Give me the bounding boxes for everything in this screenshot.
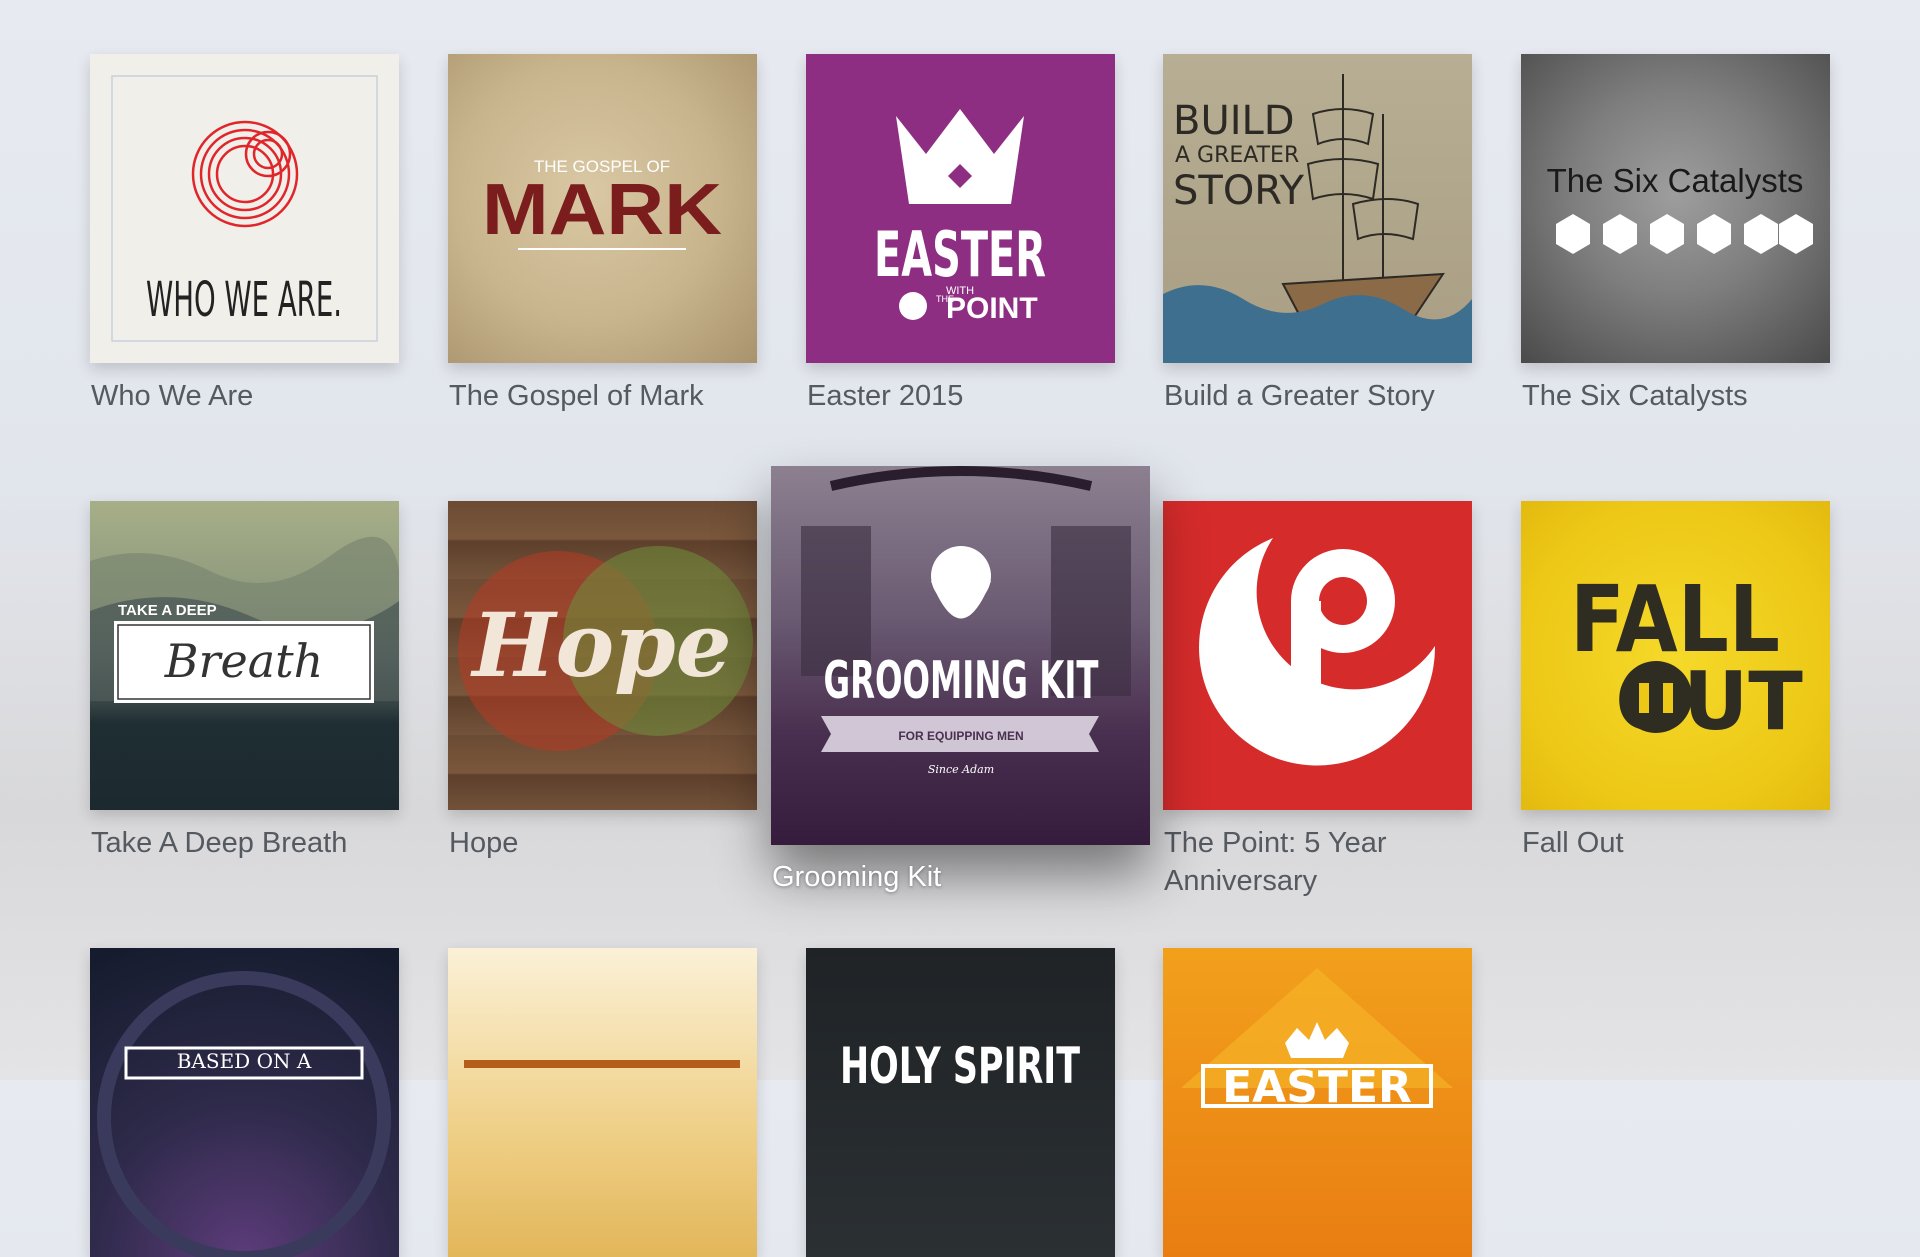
artwork-brand: POINT: [946, 292, 1038, 325]
artwork-text: WHO WE ARE.: [146, 272, 342, 328]
series-artwork: The Six Catalysts: [1521, 54, 1830, 363]
series-artwork: WHO WE ARE.: [90, 54, 399, 363]
artwork-text: HOLY SPIRIT: [840, 1037, 1080, 1095]
series-artwork: THE GOSPEL OF MARK: [448, 54, 757, 363]
artwork-line-3: STORY: [1173, 168, 1305, 214]
artwork-text: Breath: [164, 634, 324, 688]
series-title: Who We Are: [91, 380, 254, 412]
artwork-text: MARK: [482, 170, 722, 250]
artwork-text: EASTER: [1222, 1062, 1412, 1113]
crown-icon: [896, 109, 1024, 204]
catalyst-icons: [1556, 214, 1813, 254]
artwork-sub: FOR EQUIPPING MEN: [898, 729, 1023, 743]
restroom-icon: [1620, 661, 1692, 733]
artwork-text: GROOMING KIT: [824, 651, 1099, 711]
series-title: The Six Catalysts: [1522, 380, 1748, 412]
artwork-text: EASTER: [874, 218, 1046, 291]
series-title: The Gospel of Mark: [449, 380, 704, 412]
series-title: Build a Greater Story: [1164, 380, 1435, 412]
artwork-line-1: BUILD: [1173, 98, 1295, 144]
artwork-kicker: TAKE A DEEP: [118, 602, 217, 619]
artwork-text: The Six Catalysts: [1547, 162, 1804, 199]
series-title: Fall Out: [1522, 827, 1624, 859]
series-artwork: EASTER: [1163, 948, 1472, 1257]
series-artwork: [448, 948, 757, 1257]
series-artwork: TAKE A DEEP Breath: [90, 501, 399, 810]
point-logo-icon: [1199, 538, 1436, 766]
series-artwork: FALL OUT: [1521, 501, 1830, 810]
series-title: Take A Deep Breath: [91, 827, 348, 859]
series-artwork: BUILD A GREATER STORY: [1163, 54, 1472, 363]
series-title: Easter 2015: [807, 380, 964, 412]
series-grid: WHO WE ARE. Who We Are THE GOSPEL OF MAR…: [0, 0, 1920, 1257]
series-title: The Point: 5 Year Anniversary: [1164, 827, 1387, 897]
series-artwork: EASTER WITH THE POINT: [806, 54, 1115, 363]
series-title: Grooming Kit: [772, 861, 942, 893]
artwork-kicker: BASED ON A: [177, 1049, 312, 1073]
artwork-since: Since Adam: [928, 763, 994, 776]
artwork-line-2: A GREATER: [1175, 143, 1299, 168]
ship-icon: [1281, 74, 1445, 324]
series-title: Hope: [449, 827, 519, 859]
series-artwork: Hope: [448, 501, 757, 810]
series-artwork: [1163, 501, 1472, 810]
bearded-man-icon: [931, 546, 991, 619]
point-logo-icon: [191, 120, 299, 228]
series-artwork: HOLY SPIRIT: [806, 948, 1115, 1257]
series-artwork: BASED ON A: [90, 948, 399, 1257]
artwork-text: Hope: [469, 593, 731, 697]
series-artwork: GROOMING KIT FOR EQUIPPING MEN Since Ada…: [771, 466, 1150, 845]
